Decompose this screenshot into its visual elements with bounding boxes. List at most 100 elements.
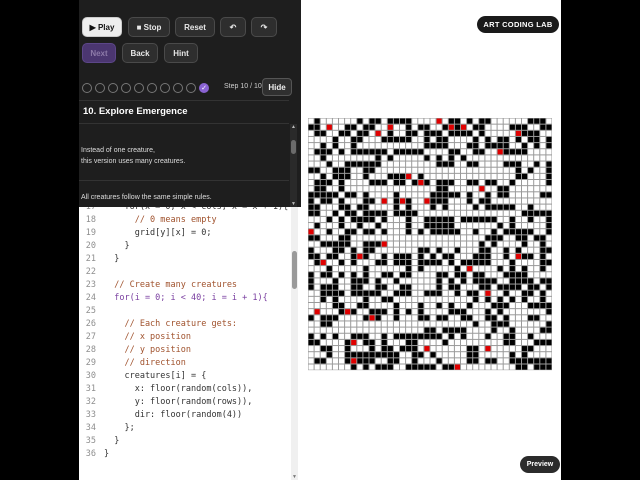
grid-cell bbox=[339, 364, 345, 370]
divider bbox=[79, 100, 289, 101]
reset-button[interactable]: Reset bbox=[175, 17, 215, 37]
code-scrollbar[interactable]: ▼ bbox=[291, 207, 298, 480]
creature-cell bbox=[406, 173, 412, 179]
step-dot[interactable] bbox=[173, 83, 183, 93]
grid-cell bbox=[351, 118, 357, 124]
grid-cell bbox=[534, 229, 540, 235]
play-button[interactable]: ▶ Play bbox=[82, 17, 122, 37]
grid-cell bbox=[424, 136, 430, 143]
grid-cell bbox=[479, 143, 485, 149]
grid-cell bbox=[369, 333, 375, 339]
step-dot[interactable] bbox=[82, 83, 92, 93]
grid-cell bbox=[412, 327, 418, 333]
grid-cell bbox=[345, 229, 351, 235]
grid-cell bbox=[436, 161, 442, 167]
grid-cell bbox=[509, 321, 515, 327]
grid-cell bbox=[479, 130, 485, 136]
grid-cell bbox=[448, 161, 454, 167]
grid-cell bbox=[320, 167, 326, 173]
grid-cell bbox=[515, 192, 521, 198]
grid-cell bbox=[461, 173, 467, 179]
grid-cell bbox=[381, 309, 387, 315]
grid-cell bbox=[546, 284, 552, 290]
grid-cell bbox=[369, 155, 375, 161]
next-button[interactable]: Next bbox=[82, 43, 116, 63]
step-dot[interactable] bbox=[186, 83, 196, 93]
grid-cell bbox=[326, 161, 332, 167]
line-number: 29 bbox=[85, 358, 96, 368]
code-editor[interactable]: 17 for(x = 0; x < cols; x = x + 1){18 //… bbox=[79, 207, 301, 480]
grid-cell bbox=[357, 309, 363, 315]
step-dot[interactable]: ✓ bbox=[199, 83, 209, 93]
grid-cell bbox=[375, 303, 381, 309]
grid-cell bbox=[351, 303, 357, 309]
grid-cell bbox=[522, 321, 528, 327]
grid-cell bbox=[436, 223, 442, 229]
grid-cell bbox=[320, 186, 326, 192]
undo-icon[interactable]: ↶ bbox=[220, 17, 246, 37]
redo-icon[interactable]: ↷ bbox=[251, 17, 277, 37]
step-dot[interactable] bbox=[147, 83, 157, 93]
grid-cell bbox=[412, 210, 418, 216]
grid-cell bbox=[326, 235, 332, 241]
line-number: 21 bbox=[85, 254, 96, 264]
simulation-canvas[interactable] bbox=[308, 118, 552, 371]
grid-cell bbox=[479, 229, 485, 235]
code-line: 23 // Create many creatures bbox=[79, 279, 293, 292]
grid-cell bbox=[454, 235, 460, 241]
grid-cell bbox=[357, 339, 363, 346]
hint-button[interactable]: Hint bbox=[164, 43, 198, 63]
grid-cell bbox=[308, 253, 314, 259]
grid-cell bbox=[442, 118, 448, 124]
grid-cell bbox=[339, 180, 345, 186]
lesson-scrollbar[interactable]: ▲ ▼ bbox=[290, 124, 297, 207]
grid-cell bbox=[369, 118, 375, 124]
hide-button[interactable]: Hide bbox=[262, 78, 292, 96]
line-number: 32 bbox=[85, 397, 96, 407]
grid-cell bbox=[393, 346, 399, 352]
grid-cell bbox=[369, 173, 375, 179]
grid-cell bbox=[412, 266, 418, 272]
grid-cell bbox=[509, 290, 515, 296]
preview-button[interactable]: Preview bbox=[520, 456, 560, 473]
grid-cell bbox=[357, 204, 363, 210]
grid-cell bbox=[503, 229, 509, 235]
step-dot[interactable] bbox=[160, 83, 170, 93]
grid-cell bbox=[485, 118, 491, 124]
grid-cell bbox=[326, 346, 332, 352]
grid-cell bbox=[430, 167, 436, 173]
scroll-down-icon[interactable]: ▼ bbox=[291, 474, 298, 480]
step-dot[interactable] bbox=[95, 83, 105, 93]
scroll-thumb[interactable] bbox=[291, 140, 296, 154]
grid-cell bbox=[430, 315, 436, 321]
code-text: } bbox=[104, 241, 130, 251]
grid-cell bbox=[412, 333, 418, 339]
grid-cell bbox=[308, 210, 314, 216]
grid-cell bbox=[454, 216, 460, 223]
grid-cell bbox=[393, 161, 399, 167]
grid-cell bbox=[387, 167, 393, 173]
grid-cell bbox=[314, 290, 320, 296]
grid-cell bbox=[314, 216, 320, 223]
step-dot[interactable] bbox=[108, 83, 118, 93]
grid-cell bbox=[436, 346, 442, 352]
scroll-thumb[interactable] bbox=[292, 251, 297, 289]
back-button[interactable]: Back bbox=[122, 43, 158, 63]
grid-cell bbox=[381, 247, 387, 253]
grid-cell bbox=[412, 204, 418, 210]
grid-cell bbox=[393, 143, 399, 149]
creature-cell bbox=[400, 198, 406, 204]
grid-cell bbox=[442, 136, 448, 143]
grid-cell bbox=[400, 161, 406, 167]
line-number: 24 bbox=[85, 293, 96, 303]
grid-cell bbox=[393, 118, 399, 124]
creature-cell bbox=[461, 124, 467, 130]
grid-cell bbox=[436, 315, 442, 321]
step-dot[interactable] bbox=[134, 83, 144, 93]
grid-cell bbox=[412, 339, 418, 346]
grid-cell bbox=[424, 315, 430, 321]
step-dot[interactable] bbox=[121, 83, 131, 93]
scroll-up-icon[interactable]: ▲ bbox=[290, 124, 297, 130]
stop-button[interactable]: ■ Stop bbox=[128, 17, 170, 37]
grid-cell bbox=[387, 136, 393, 143]
